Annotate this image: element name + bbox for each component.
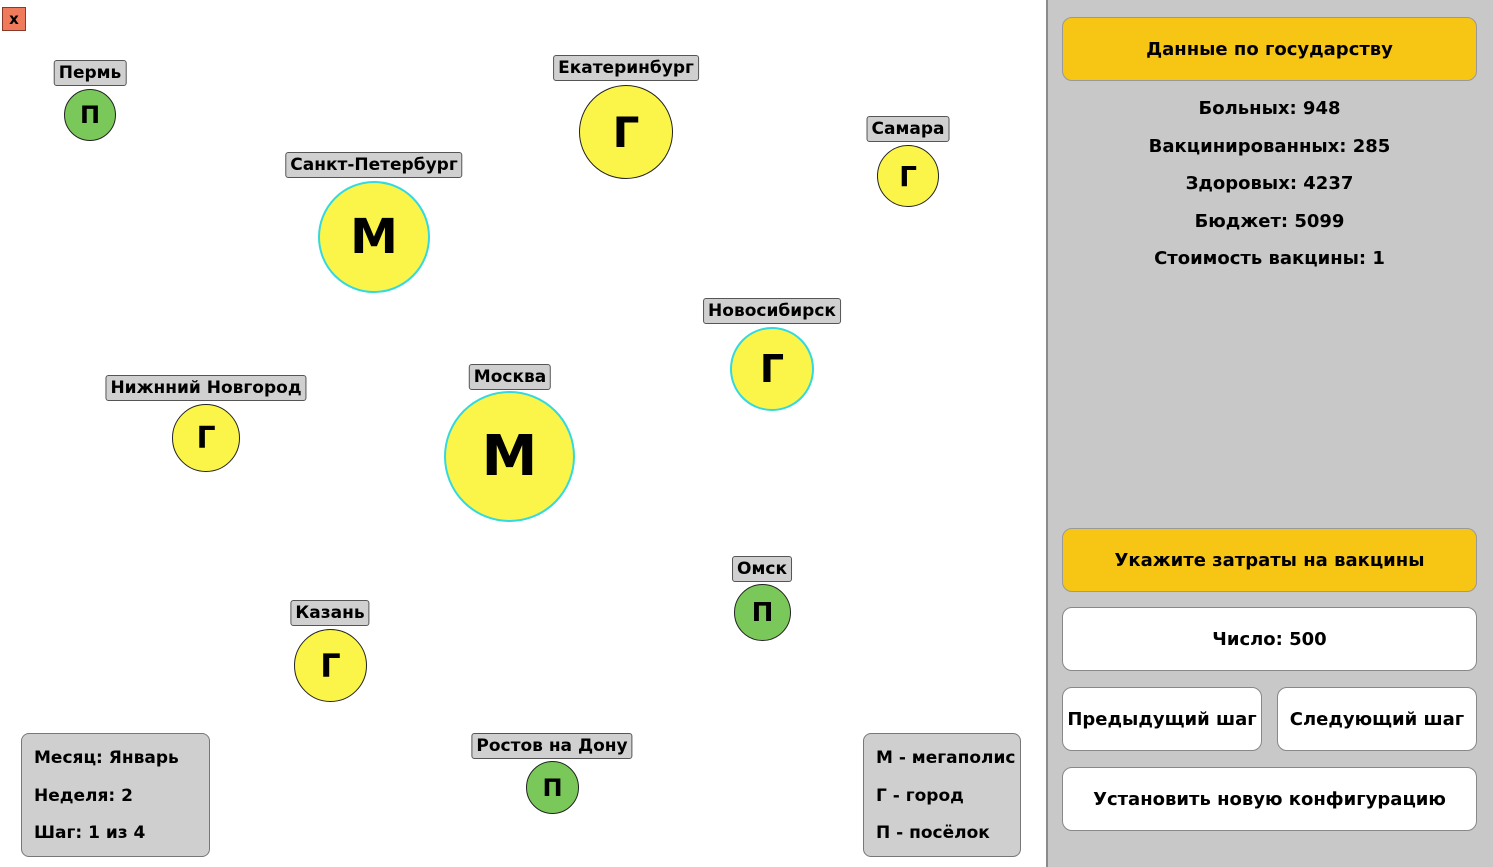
city-node-novosibirsk[interactable]: Г [730, 327, 814, 411]
legend-city: Г - город [876, 785, 964, 806]
city-node-spb[interactable]: М [318, 181, 430, 293]
legend-village: П - посёлок [876, 823, 990, 843]
city-label-spb: Санкт-Петербург [285, 152, 463, 178]
city-label-rostov: Ростов на Дону [471, 733, 633, 759]
legend-megapolis: М - мегаполис [876, 748, 1016, 768]
city-node-omsk[interactable]: П [734, 584, 791, 641]
city-node-nnovgorod[interactable]: Г [172, 404, 240, 472]
number-input[interactable]: Число: 500 [1062, 607, 1477, 671]
stat-budget: Бюджет: 5099 [1194, 210, 1345, 232]
state-data-header: Данные по государству [1062, 17, 1477, 81]
city-node-kazan[interactable]: Г [294, 629, 367, 702]
stat-vaccinated: Вакцинированных: 285 [1148, 135, 1391, 157]
step-text: Шаг: 1 из 4 [34, 823, 146, 843]
legend-panel: М - мегаполис Г - город П - посёлок [863, 733, 1021, 857]
city-label-nnovgorod: Нижнний Новгород [105, 375, 307, 401]
stat-vaccine-cost: Стоимость вакцины: 1 [1154, 248, 1385, 269]
stat-sick: Больных: 948 [1198, 98, 1341, 119]
city-label-omsk: Омск [732, 556, 792, 582]
state-stats: Больных: 948 Вакцинированных: 285 Здоров… [1062, 90, 1477, 278]
map-area: x Пермь П Екатеринбург Г Самара Г Санкт-… [0, 0, 1046, 867]
month-text: Месяц: Январь [34, 748, 179, 768]
city-node-ekaterinburg[interactable]: Г [579, 85, 673, 179]
close-button[interactable]: x [2, 7, 26, 31]
new-config-button[interactable]: Установить новую конфигурацию [1062, 767, 1477, 831]
city-node-perm[interactable]: П [64, 89, 116, 141]
stat-healthy: Здоровых: 4237 [1185, 173, 1354, 194]
city-label-novosibirsk: Новосибирск [703, 298, 841, 324]
city-label-moscow: Москва [468, 364, 552, 390]
city-node-moscow[interactable]: М [444, 391, 575, 522]
vaccine-spending-header: Укажите затраты на вакцины [1062, 528, 1477, 592]
next-step-button[interactable]: Следующий шаг [1277, 687, 1477, 751]
city-label-kazan: Казань [290, 600, 370, 626]
city-label-samara: Самара [866, 116, 950, 142]
time-panel: Месяц: Январь Неделя: 2 Шаг: 1 из 4 [21, 733, 210, 857]
city-node-samara[interactable]: Г [877, 145, 939, 207]
city-node-rostov[interactable]: П [526, 761, 579, 814]
week-text: Неделя: 2 [34, 785, 133, 806]
prev-step-button[interactable]: Предыдущий шаг [1062, 687, 1262, 751]
city-label-ekaterinburg: Екатеринбург [553, 55, 699, 81]
city-label-perm: Пермь [53, 60, 127, 86]
